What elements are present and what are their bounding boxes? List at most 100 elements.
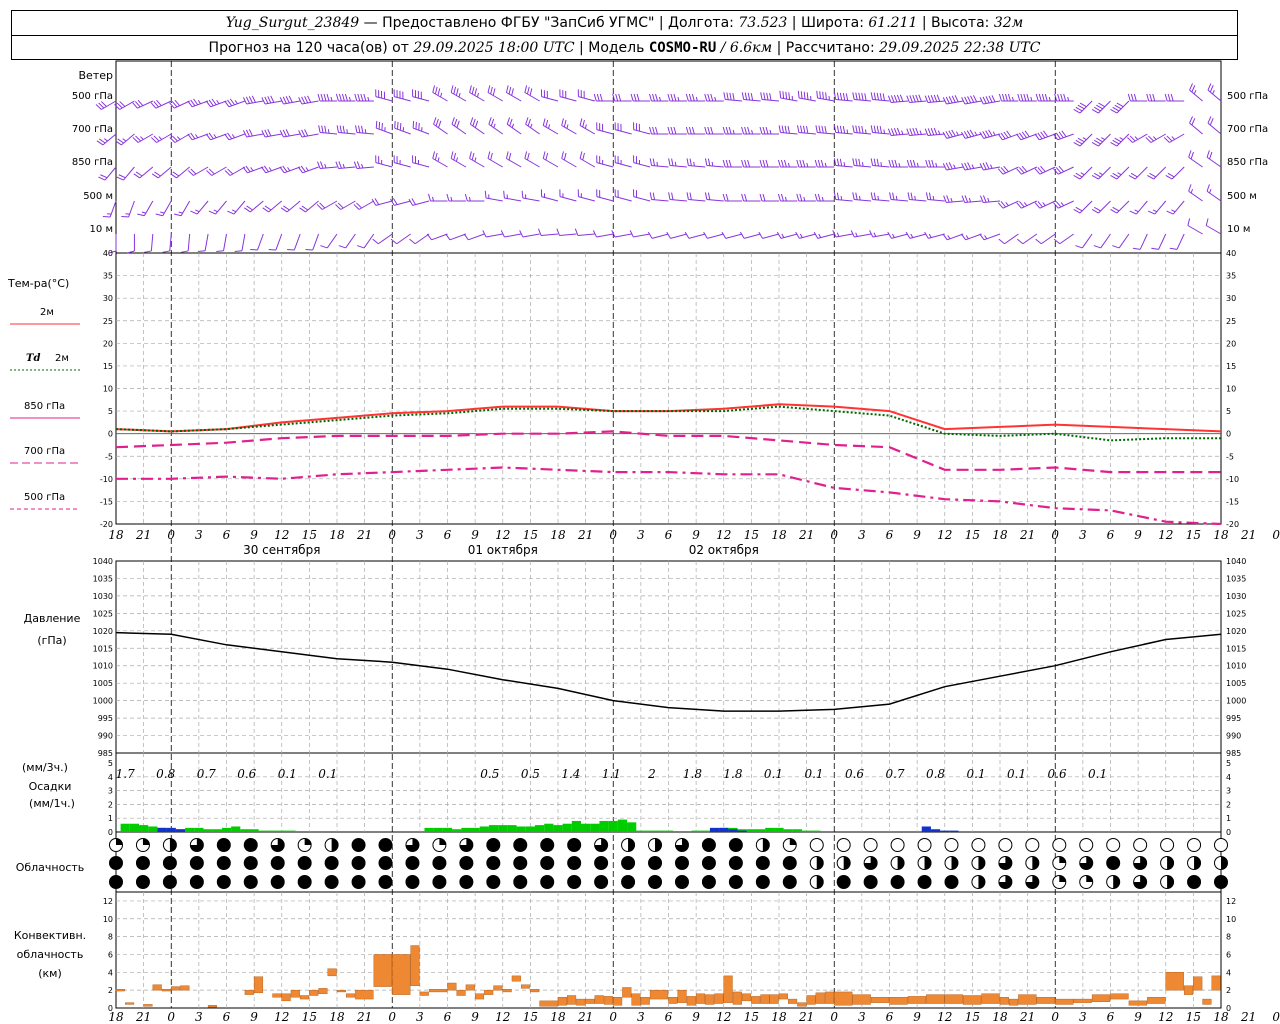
wind-barb-feather xyxy=(967,162,972,170)
wind-barb-feather xyxy=(1110,109,1118,114)
cloud-cover-symbol xyxy=(594,875,609,889)
wind-barb-half-feather xyxy=(476,92,480,98)
wind-barb-feather xyxy=(800,125,803,133)
wind-barb-feather xyxy=(805,126,809,134)
wind-barb xyxy=(1016,165,1038,175)
wind-barb-half-feather xyxy=(1134,209,1139,213)
cloud-cover-symbol xyxy=(324,875,339,889)
convective-bar xyxy=(603,996,613,1005)
convective-bar xyxy=(327,968,337,977)
wind-barb-feather xyxy=(915,94,919,102)
wind-barb-feather xyxy=(739,231,745,239)
x-tick-label: 0 xyxy=(830,528,838,542)
wind-barb xyxy=(611,230,632,238)
wind-barb-feather xyxy=(858,125,861,134)
wind-barb-feather xyxy=(839,92,843,101)
cloud-cover-symbol xyxy=(243,838,258,852)
wind-barb xyxy=(1147,166,1167,180)
cloud-cover-symbol xyxy=(1025,838,1040,852)
wind-barb xyxy=(1091,166,1111,180)
wind-barb xyxy=(180,233,191,253)
wind-barb xyxy=(1127,93,1148,102)
precip-rain-bar xyxy=(249,829,259,832)
temp-tick-right: 5 xyxy=(1226,407,1231,416)
wind-barb-feather xyxy=(963,131,969,138)
x-tick-label-bottom: 6 xyxy=(886,1010,894,1024)
precip-3h-total: 0.1 xyxy=(318,767,337,781)
convective-bar xyxy=(1110,993,1129,1000)
wind-barb-feather xyxy=(488,117,492,125)
convective-bar xyxy=(981,993,1000,1004)
cloud-circle xyxy=(109,856,123,870)
wind-barb-feather xyxy=(338,93,342,102)
wind-barb-staff xyxy=(1176,233,1185,250)
wind-barb-feather xyxy=(526,86,530,95)
wind-barb-feather xyxy=(508,86,512,95)
wind-barb xyxy=(612,93,632,102)
wind-barb xyxy=(469,151,485,168)
wind-barb-feather xyxy=(102,215,111,218)
wind-barb-feather xyxy=(117,138,124,144)
wind-barb-half-feather xyxy=(1067,96,1070,102)
wind-barb-feather xyxy=(596,93,600,102)
wind-barb-half-feather xyxy=(919,130,922,135)
wind-barb-half-feather xyxy=(234,100,238,105)
wind-barb xyxy=(979,233,1001,241)
wind-barb-feather xyxy=(666,231,671,239)
wind-barb-feather xyxy=(1004,93,1008,102)
cloud-cover-symbol xyxy=(243,856,258,870)
wind-barb-staff xyxy=(559,233,577,236)
wind-barb-half-feather xyxy=(1005,202,1009,206)
x-tick-label: 6 xyxy=(665,528,673,542)
wind-barb-feather xyxy=(268,248,276,251)
wind-barb-feather xyxy=(819,91,821,99)
cloud-fill xyxy=(762,838,770,852)
precip-rain-bar xyxy=(277,830,287,832)
wind-barb xyxy=(487,151,503,168)
wind-barb-feather xyxy=(319,161,324,169)
cloud-cover-symbol xyxy=(378,838,393,852)
cloud-circle xyxy=(621,856,636,870)
wind-barb-half-feather xyxy=(103,138,108,142)
wind-barb xyxy=(1206,184,1222,202)
wind-barb-feather xyxy=(982,131,987,138)
wind-barb-feather xyxy=(248,96,253,104)
convective-bar xyxy=(244,989,254,995)
wind-barb-staff xyxy=(1022,233,1038,245)
wind-barb-feather xyxy=(780,159,784,168)
x-tick-label: 9 xyxy=(913,528,921,542)
cloud-cover-symbol xyxy=(944,838,959,852)
wind-barb xyxy=(887,127,908,136)
wind-barb-feather xyxy=(434,86,438,95)
wind-barb-staff xyxy=(688,233,706,239)
wind-barb-feather xyxy=(671,192,674,200)
wind-barb-half-feather xyxy=(367,96,370,102)
cloud-circle xyxy=(189,875,204,889)
wind-barb-staff xyxy=(449,233,467,241)
wind-barb-half-feather xyxy=(787,162,790,168)
wind-barb-feather xyxy=(1001,93,1005,102)
pressure-tick-right: 1035 xyxy=(1226,574,1246,583)
cloud-cover-symbol xyxy=(1106,838,1121,852)
wind-barb xyxy=(1189,116,1203,135)
wind-barb-half-feather xyxy=(195,209,200,213)
temp-tick-right: 30 xyxy=(1226,294,1236,303)
precip-rain-bar xyxy=(599,820,609,832)
wind-barb-feather xyxy=(979,233,985,241)
wind-barb-half-feather xyxy=(176,136,181,140)
convective-bar xyxy=(511,975,521,982)
wind-barb-feather xyxy=(1075,139,1083,145)
cloud-cover-symbol xyxy=(944,875,959,889)
cloud-circle xyxy=(459,856,474,870)
wind-barb-feather xyxy=(652,126,655,135)
wind-barb-half-feather xyxy=(268,167,272,172)
wind-barb-feather xyxy=(649,192,653,200)
precip-rain-bar xyxy=(479,826,489,832)
wind-barb-half-feather xyxy=(324,163,327,169)
wind-barb xyxy=(1110,166,1130,180)
convective-bar xyxy=(806,995,816,1005)
precip-rain-bar xyxy=(544,823,554,832)
x-tick-label-bottom: 21 xyxy=(1240,1010,1256,1024)
x-tick-label-bottom: 12 xyxy=(274,1010,289,1024)
wind-barb-feather xyxy=(855,125,858,133)
